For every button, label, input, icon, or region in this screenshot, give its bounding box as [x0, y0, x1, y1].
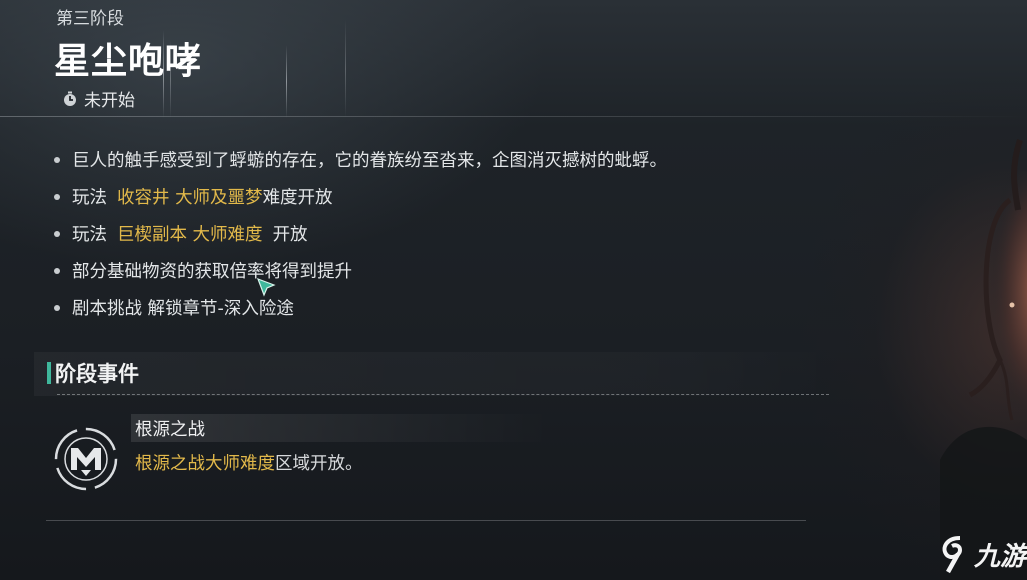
event-name: 根源之战	[135, 420, 205, 440]
watermark-logo-icon	[942, 536, 963, 574]
bullet-text: 开放	[272, 225, 308, 245]
stage-label: 第三阶段	[56, 9, 124, 29]
emblem-icon	[54, 427, 118, 491]
section-header: 阶段事件	[34, 352, 834, 396]
watermark-text: 九游	[974, 541, 1027, 572]
event-description: 根源之战大师难度区域开放。	[135, 450, 363, 475]
watermark: 九游	[938, 534, 1026, 574]
bullet-dot	[54, 193, 60, 200]
bullet-text: 玩法	[72, 188, 107, 208]
section-divider	[57, 394, 829, 395]
header-divider	[0, 116, 1027, 117]
event-description-highlight: 根源之战大师难度	[135, 454, 275, 474]
stage-header: 第三阶段 星尘咆哮 未开始	[0, 0, 1027, 118]
stage-status-text: 未开始	[84, 91, 135, 111]
bullet-text: 玩法	[72, 225, 107, 245]
mouse-cursor-icon	[256, 277, 276, 297]
bullet-text: 部分基础物资的获取倍率将得到提升	[72, 262, 352, 282]
bullet-dot	[54, 304, 60, 311]
list-item: 玩法 巨楔副本 大师难度 开放	[50, 215, 667, 252]
stage-status: 未开始	[62, 86, 135, 111]
section-title: 阶段事件	[55, 362, 139, 386]
bullet-text: 巨人的触手感受到了蜉蝣的存在，它的眷族纷至沓来，企图消灭撼树的蚍蜉。	[72, 151, 667, 171]
stage-event-item[interactable]: 根源之战 根源之战大师难度区域开放。	[46, 410, 806, 521]
timer-icon	[64, 91, 76, 106]
stage-title: 星尘咆哮	[54, 41, 203, 82]
bullet-dot	[54, 156, 60, 163]
bullet-highlight: 收容井 大师及噩梦	[117, 188, 263, 208]
list-item: 部分基础物资的获取倍率将得到提升	[50, 252, 667, 289]
list-item: 玩法 收容井 大师及噩梦 难度开放	[50, 178, 667, 215]
list-item: 剧本挑战 解锁章节-深入险途	[50, 289, 667, 326]
bullet-dot	[54, 230, 60, 237]
bullet-text: 难度开放	[262, 188, 333, 208]
stage-bullet-list: 巨人的触手感受到了蜉蝣的存在，它的眷族纷至沓来，企图消灭撼树的蚍蜉。 玩法 收容井…	[50, 141, 667, 326]
event-divider	[46, 520, 806, 521]
bullet-dot	[54, 267, 60, 274]
list-item: 巨人的触手感受到了蜉蝣的存在，它的眷族纷至沓来，企图消灭撼树的蚍蜉。	[50, 141, 667, 178]
bullet-highlight: 巨楔副本 大师难度	[117, 225, 263, 245]
section-accent-bar	[47, 362, 51, 384]
event-description-text: 区域开放。	[275, 454, 363, 474]
